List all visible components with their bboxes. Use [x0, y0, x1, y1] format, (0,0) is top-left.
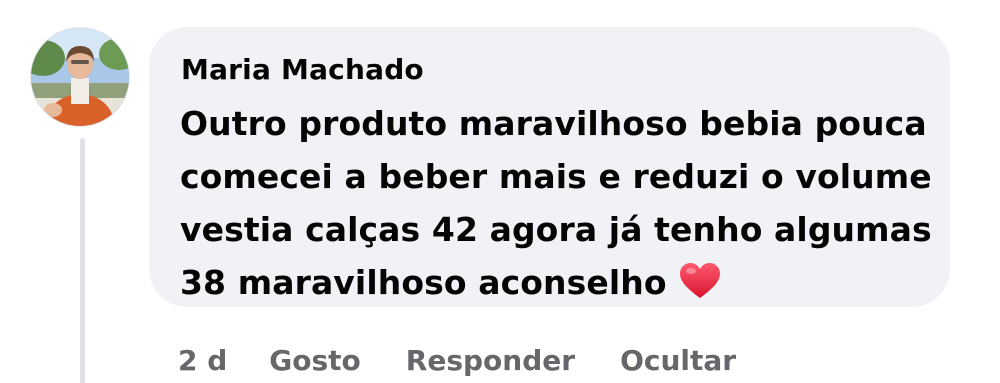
comment: Maria Machado Outro produto maravilhoso …	[0, 0, 1000, 383]
comment-author[interactable]: Maria Machado	[181, 53, 424, 87]
like-button[interactable]: Gosto	[269, 344, 361, 377]
comment-text-line: vestia calças 42 agora já tenho algumas	[180, 210, 932, 249]
comment-text-line: comecei a beber mais e reduzi o volume	[180, 157, 932, 196]
comment-actions: 2 d Gosto Responder Ocultar	[178, 340, 781, 380]
hide-button[interactable]: Ocultar	[620, 344, 736, 377]
avatar[interactable]	[31, 28, 129, 126]
comment-text-line: Outro produto maravilhoso bebia pouca	[180, 104, 927, 143]
avatar-photo	[31, 28, 129, 126]
comment-text-line-last: 38 maravilhoso aconselho	[180, 256, 940, 309]
comment-text-line: 38 maravilhoso aconselho	[180, 263, 667, 302]
comment-text: Outro produto maravilhoso bebia pouca co…	[180, 97, 940, 309]
reply-button[interactable]: Responder	[406, 344, 575, 377]
red-heart-icon	[679, 263, 720, 298]
thread-line	[80, 138, 85, 383]
comment-timestamp[interactable]: 2 d	[178, 344, 227, 377]
comment-bubble: Maria Machado Outro produto maravilhoso …	[149, 27, 950, 307]
